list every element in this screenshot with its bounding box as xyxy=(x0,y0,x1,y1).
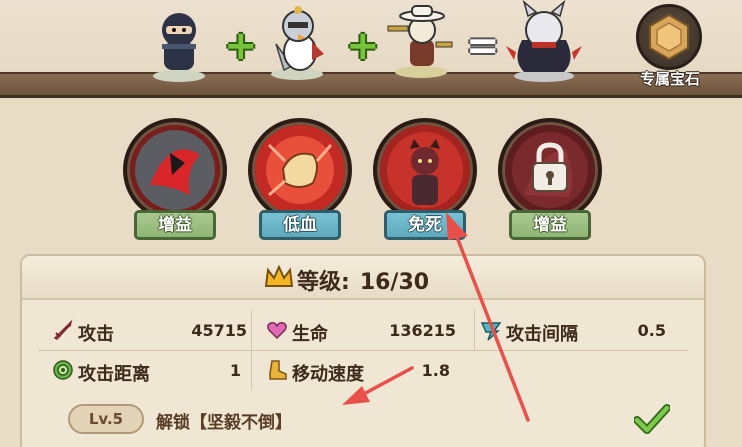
stat-label: 攻击距离 xyxy=(78,364,150,385)
skill-slot-2[interactable]: 低血 xyxy=(245,118,355,243)
hexagon-gem-icon xyxy=(649,13,689,61)
sword-icon xyxy=(53,319,73,340)
cowboy-cat-hero-icon[interactable] xyxy=(386,2,456,80)
stat-value: 1.8 xyxy=(421,361,450,380)
stat-hp: 生命 136215 xyxy=(266,316,456,346)
stat-label: 攻击 xyxy=(78,324,114,345)
stat-value: 0.5 xyxy=(637,321,666,340)
immortal-skill-icon xyxy=(380,125,470,215)
plus-sign-1: + xyxy=(224,23,258,69)
hero-stats-panel: 等级: 16/30 攻击 45715 生命 136215 攻击间隔 0.5 攻击… xyxy=(20,254,706,447)
boot-icon xyxy=(269,360,287,380)
fused-hero-icon[interactable] xyxy=(502,0,586,84)
column-divider xyxy=(251,310,252,390)
skill-slot-1[interactable]: 增益 xyxy=(120,118,230,243)
column-divider xyxy=(474,310,475,350)
range-target-icon xyxy=(53,360,73,380)
unlock-row: Lv.5 解锁【坚毅不倒】 xyxy=(22,396,704,446)
skill-tag: 低血 xyxy=(259,210,341,240)
skill-tag: 免死 xyxy=(384,210,466,240)
level-requirement-badge: Lv.5 xyxy=(68,404,144,434)
buff-skill-icon xyxy=(130,125,220,215)
level-label: 等级: xyxy=(297,270,350,295)
stat-label: 生命 xyxy=(292,324,328,345)
stat-value: 136215 xyxy=(389,321,456,340)
skill-slot-3[interactable]: 免死 xyxy=(370,118,480,243)
stat-value: 45715 xyxy=(191,321,247,340)
gem-button-label: 专属宝石 xyxy=(639,70,700,88)
stat-value: 1 xyxy=(229,361,241,380)
knight-penguin-hero-icon[interactable] xyxy=(262,4,332,82)
low-hp-skill-icon xyxy=(255,125,345,215)
exclusive-gem-button[interactable]: 专属宝石 xyxy=(625,4,715,92)
heart-icon xyxy=(267,322,287,340)
plus-sign-2: + xyxy=(346,23,380,69)
stat-move-speed: 移动速度 1.8 xyxy=(266,356,450,386)
stat-attack: 攻击 45715 xyxy=(52,316,247,346)
gem-button-frame xyxy=(636,4,702,70)
stat-attack-interval: 攻击间隔 0.5 xyxy=(480,316,666,346)
skill-tag: 增益 xyxy=(134,210,216,240)
attack-interval-icon xyxy=(480,322,502,341)
crown-icon xyxy=(264,264,294,287)
level-display: 等级: 16/30 xyxy=(297,264,429,296)
stat-attack-range: 攻击距离 1 xyxy=(52,356,241,386)
equals-sign: = xyxy=(466,23,500,69)
unlock-description: 解锁【坚毅不倒】 xyxy=(156,413,292,433)
level-header: 等级: 16/30 xyxy=(22,256,704,300)
ninja-hero-icon[interactable] xyxy=(144,6,214,84)
skill-slot-4-locked[interactable]: 增益 xyxy=(495,118,605,243)
skill-tag: 增益 xyxy=(509,210,591,240)
level-value: 16/30 xyxy=(359,270,430,295)
stat-label: 攻击间隔 xyxy=(506,324,578,345)
stat-label: 移动速度 xyxy=(292,364,364,385)
checkmark-icon xyxy=(634,404,670,434)
locked-skill-icon xyxy=(505,125,595,215)
row-divider xyxy=(38,350,688,351)
